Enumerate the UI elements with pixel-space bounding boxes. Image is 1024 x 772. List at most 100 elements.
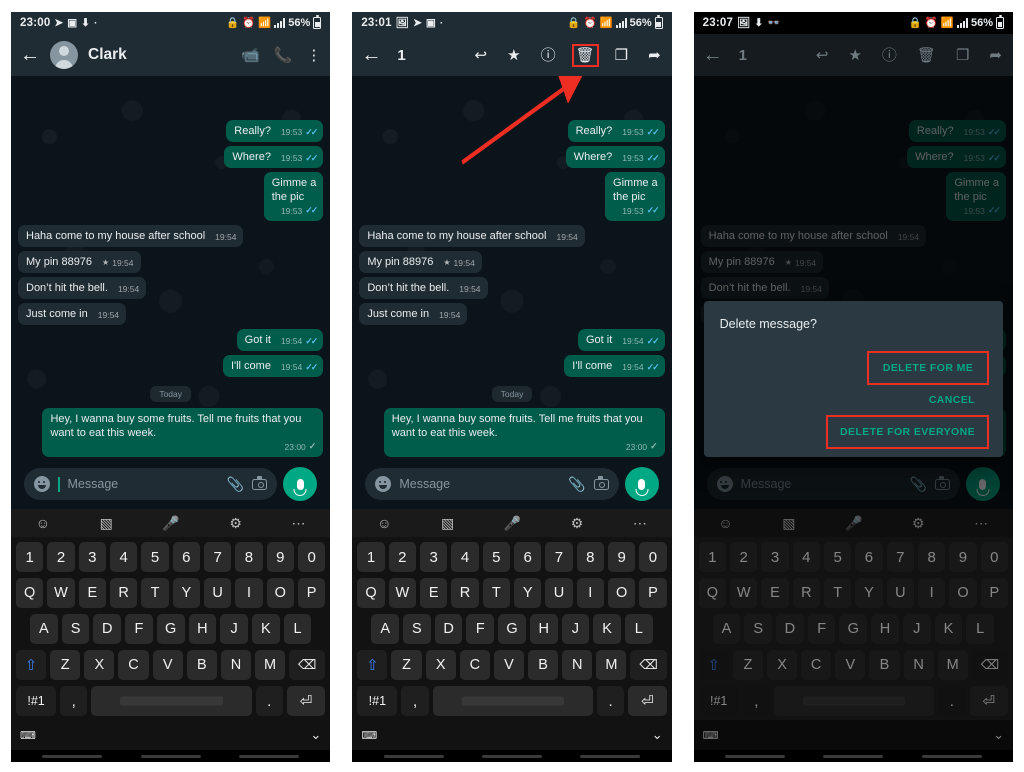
key-6[interactable]: 6 bbox=[855, 542, 883, 572]
key-r[interactable]: R bbox=[792, 578, 820, 608]
key-u[interactable]: U bbox=[545, 578, 573, 608]
key-p[interactable]: P bbox=[980, 578, 1008, 608]
star-icon[interactable]: ★ bbox=[848, 48, 861, 63]
key-2[interactable]: 2 bbox=[47, 542, 75, 572]
copy-icon[interactable]: ❐ bbox=[615, 48, 628, 63]
key-h[interactable]: H bbox=[188, 614, 217, 644]
key-y[interactable]: Y bbox=[855, 578, 883, 608]
key-v[interactable]: V bbox=[493, 650, 525, 680]
key-x[interactable]: X bbox=[766, 650, 798, 680]
overflow-dots-icon[interactable]: ⋯ bbox=[633, 515, 647, 532]
key-k[interactable]: K bbox=[934, 614, 963, 644]
key-s[interactable]: S bbox=[61, 614, 90, 644]
key-b[interactable]: B bbox=[528, 650, 559, 680]
nav-gesture-bar[interactable] bbox=[11, 750, 331, 762]
key-h[interactable]: H bbox=[529, 614, 558, 644]
key-w[interactable]: W bbox=[47, 578, 75, 608]
message-list-1[interactable]: Really? 19:53 ✓✓ Where? 19:53 ✓✓ Gimme a the… bbox=[11, 76, 330, 509]
key-9[interactable]: 9 bbox=[607, 542, 636, 572]
key-a[interactable]: A bbox=[30, 614, 58, 644]
key-k[interactable]: K bbox=[593, 614, 621, 644]
reply-icon[interactable]: ↩ bbox=[816, 48, 829, 63]
key-f[interactable]: F bbox=[466, 614, 495, 644]
key-g[interactable]: G bbox=[156, 614, 185, 644]
key-9[interactable]: 9 bbox=[266, 542, 294, 572]
key-u[interactable]: U bbox=[203, 578, 232, 608]
comma-key[interactable]: , bbox=[401, 686, 429, 716]
key-1[interactable]: 1 bbox=[698, 542, 726, 572]
message-row[interactable]: Got it 19:54✓✓ bbox=[18, 329, 324, 352]
symbols-key[interactable]: !#1 bbox=[357, 686, 398, 716]
message-row[interactable]: Really? 19:53 ✓✓ bbox=[701, 120, 1006, 143]
space-key[interactable] bbox=[773, 686, 935, 716]
key-s[interactable]: S bbox=[744, 614, 773, 644]
key-z[interactable]: Z bbox=[50, 650, 81, 680]
key-j[interactable]: J bbox=[561, 614, 590, 644]
keyboard-switch-icon[interactable]: ⌨ bbox=[361, 729, 377, 742]
enter-icon[interactable]: ⏎ bbox=[286, 686, 326, 716]
overflow-dots-icon[interactable]: ⋯ bbox=[974, 515, 988, 532]
overflow-dots-icon[interactable]: ⋯ bbox=[291, 515, 305, 532]
cancel-button[interactable]: CANCEL bbox=[917, 385, 987, 415]
message-row[interactable]: My pin 88976 ★ 19:54 bbox=[700, 250, 1006, 274]
message-input[interactable]: Message 📎 bbox=[365, 468, 619, 500]
mic-button[interactable] bbox=[624, 467, 659, 501]
key-o[interactable]: O bbox=[266, 578, 294, 608]
key-p[interactable]: P bbox=[297, 578, 326, 608]
camera-icon[interactable] bbox=[593, 476, 609, 490]
key-d[interactable]: D bbox=[93, 614, 122, 644]
reply-icon[interactable]: ↩ bbox=[475, 48, 488, 63]
message-input[interactable]: Message 📎 bbox=[24, 468, 278, 500]
message-row[interactable]: Gimme a the pic 19:53 ✓✓ bbox=[701, 172, 1006, 221]
key-3[interactable]: 3 bbox=[420, 542, 448, 572]
camera-icon[interactable] bbox=[252, 476, 268, 490]
message-row[interactable]: Where? 19:53 ✓✓ bbox=[701, 146, 1006, 169]
paperclip-icon[interactable]: 📎 bbox=[910, 476, 927, 493]
key-2[interactable]: 2 bbox=[730, 542, 758, 572]
key-g[interactable]: G bbox=[498, 614, 526, 644]
key-9[interactable]: 9 bbox=[949, 542, 977, 572]
key-n[interactable]: N bbox=[562, 650, 593, 680]
key-2[interactable]: 2 bbox=[388, 542, 416, 572]
key-w[interactable]: W bbox=[730, 578, 758, 608]
key-o[interactable]: O bbox=[949, 578, 977, 608]
key-8[interactable]: 8 bbox=[917, 542, 946, 572]
key-m[interactable]: M bbox=[255, 650, 286, 680]
video-call-icon[interactable]: 📹 bbox=[241, 48, 260, 63]
star-icon[interactable]: ★ bbox=[507, 48, 520, 63]
key-f[interactable]: F bbox=[807, 614, 836, 644]
mic-icon[interactable]: 🎤 bbox=[504, 515, 521, 532]
key-g[interactable]: G bbox=[839, 614, 868, 644]
key-l[interactable]: L bbox=[624, 614, 653, 644]
backspace-icon[interactable]: ⌫ bbox=[971, 650, 1008, 680]
key-a[interactable]: A bbox=[371, 614, 400, 644]
forward-icon[interactable]: ➦ bbox=[648, 48, 661, 63]
message-row[interactable]: Haha come to my house after school 19:54 bbox=[359, 224, 664, 247]
message-row[interactable]: My pin 88976 ★ 19:54 bbox=[18, 250, 323, 274]
key-y[interactable]: Y bbox=[513, 578, 542, 608]
message-row[interactable]: Where? 19:53 ✓✓ bbox=[359, 146, 665, 169]
period-key[interactable]: . bbox=[596, 686, 625, 716]
key-3[interactable]: 3 bbox=[761, 542, 789, 572]
info-icon[interactable]: ⓘ bbox=[882, 48, 897, 63]
key-o[interactable]: O bbox=[607, 578, 636, 608]
key-l[interactable]: L bbox=[283, 614, 312, 644]
key-e[interactable]: E bbox=[761, 578, 789, 608]
key-1[interactable]: 1 bbox=[16, 542, 44, 572]
message-row[interactable]: My pin 88976 ★ 19:54 bbox=[359, 250, 664, 274]
key-c[interactable]: C bbox=[459, 650, 490, 680]
key-c[interactable]: C bbox=[118, 650, 149, 680]
key-l[interactable]: L bbox=[966, 614, 994, 644]
delete-for-me-button[interactable]: DELETE FOR ME bbox=[866, 351, 989, 385]
collapse-chevron-icon[interactable]: ⌄ bbox=[652, 727, 663, 743]
key-5[interactable]: 5 bbox=[823, 542, 852, 572]
key-v[interactable]: V bbox=[835, 650, 866, 680]
key-4[interactable]: 4 bbox=[451, 542, 479, 572]
message-row[interactable]: Haha come to my house after school 19:54 bbox=[18, 224, 323, 247]
key-6[interactable]: 6 bbox=[172, 542, 200, 572]
message-row[interactable]: Don’t hit the bell. 19:54 bbox=[700, 277, 1006, 300]
period-key[interactable]: . bbox=[938, 686, 966, 716]
key-j[interactable]: J bbox=[902, 614, 931, 644]
key-1[interactable]: 1 bbox=[357, 542, 385, 572]
key-x[interactable]: X bbox=[425, 650, 456, 680]
